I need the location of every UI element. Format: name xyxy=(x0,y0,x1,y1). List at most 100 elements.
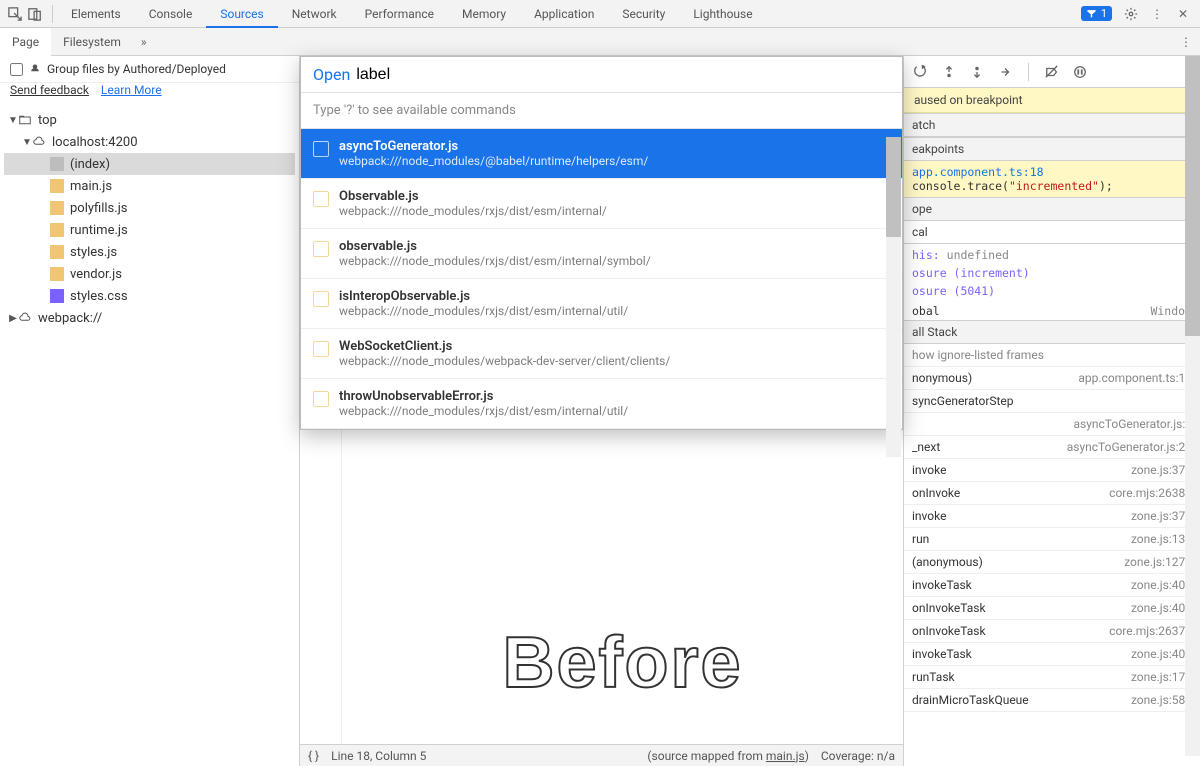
tree-item[interactable]: (index) xyxy=(4,153,295,175)
step-into-icon[interactable] xyxy=(970,65,984,79)
tree-item[interactable]: ▼localhost:4200 xyxy=(4,131,295,153)
command-prefix: Open xyxy=(313,65,350,84)
close-icon[interactable]: ✕ xyxy=(1176,7,1190,21)
stack-frame[interactable]: syncGeneratorStep xyxy=(904,390,1200,413)
debugger-pane: aused on breakpoint atch eakpoints app.c… xyxy=(904,56,1200,766)
stack-frame[interactable]: invokeTaskzone.js:405 xyxy=(904,643,1200,666)
command-results: asyncToGenerator.jswebpack:///node_modul… xyxy=(301,129,902,429)
command-result[interactable]: throwUnobservableError.jswebpack:///node… xyxy=(301,379,902,429)
gear-icon[interactable] xyxy=(1124,7,1138,21)
stack-frame[interactable]: invokezone.js:371 xyxy=(904,505,1200,528)
command-result[interactable]: asyncToGenerator.jswebpack:///node_modul… xyxy=(301,129,902,179)
tree-item[interactable]: styles.css xyxy=(4,285,295,307)
paused-banner: aused on breakpoint xyxy=(904,88,1200,113)
stack-frame[interactable]: invokezone.js:372 xyxy=(904,459,1200,482)
nav-tab-filesystem[interactable]: Filesystem xyxy=(51,28,133,56)
learn-more-link[interactable]: Learn More xyxy=(101,83,162,97)
main-tab-memory[interactable]: Memory xyxy=(448,0,520,28)
author-icon xyxy=(29,63,41,75)
more-tabs-chevron[interactable]: » xyxy=(133,35,155,49)
command-result[interactable]: isInteropObservable.jswebpack:///node_mo… xyxy=(301,279,902,329)
step-over-icon[interactable] xyxy=(942,65,956,79)
command-input-row[interactable]: Open xyxy=(301,57,902,93)
tree-item[interactable]: main.js xyxy=(4,175,295,197)
file-tree: ▼top▼localhost:4200(index)main.jspolyfil… xyxy=(0,103,299,335)
pause-exceptions-icon[interactable] xyxy=(1073,65,1087,79)
stack-frame[interactable]: _nextasyncToGenerator.js:25 xyxy=(904,436,1200,459)
navigator-menu-icon[interactable]: ⋮ xyxy=(1172,35,1200,49)
scope-global[interactable]: obal Window xyxy=(904,302,1200,320)
stack-frame[interactable]: onInvokeTaskcore.mjs:26370 xyxy=(904,620,1200,643)
main-tabs: ElementsConsoleSourcesNetworkPerformance… xyxy=(0,0,1200,28)
group-files-label: Group files by Authored/Deployed xyxy=(47,62,226,76)
cursor-position: Line 18, Column 5 xyxy=(331,749,426,763)
sourcemap-link[interactable]: main.js xyxy=(766,749,805,763)
stack-frame[interactable]: asyncToGenerator.js:3 xyxy=(904,413,1200,436)
navigator-tabs: PageFilesystem » ⋮ xyxy=(0,28,1200,56)
stack-frame[interactable]: drainMicroTaskQueuezone.js:585 xyxy=(904,689,1200,712)
main-tab-elements[interactable]: Elements xyxy=(57,0,135,28)
page-scrollbar-thumb[interactable] xyxy=(1185,56,1200,336)
debugger-toolbar xyxy=(904,56,1200,88)
stack-frame[interactable]: runTaskzone.js:178 xyxy=(904,666,1200,689)
pretty-print-icon[interactable]: { } xyxy=(308,749,319,763)
call-stack: nonymous)app.component.ts:18syncGenerato… xyxy=(904,367,1200,712)
main-tab-security[interactable]: Security xyxy=(608,0,679,28)
stack-frame[interactable]: (anonymous)zone.js:1275 xyxy=(904,551,1200,574)
editor-pane: 252627 }}Before { } Line 18, Column 5 (s… xyxy=(300,56,904,766)
breakpoint-file: app.component.ts:18 xyxy=(912,165,1192,179)
sourcemap-info: (source mapped from main.js) xyxy=(647,749,808,763)
command-result[interactable]: observable.jswebpack:///node_modules/rxj… xyxy=(301,229,902,279)
command-input[interactable] xyxy=(356,66,890,84)
coverage-info: Coverage: n/a xyxy=(821,749,895,763)
editor-statusbar: { } Line 18, Column 5 (source mapped fro… xyxy=(300,744,903,766)
command-scrollbar-thumb[interactable] xyxy=(886,137,901,237)
stack-frame[interactable]: onInvokeTaskzone.js:405 xyxy=(904,597,1200,620)
nav-tab-page[interactable]: Page xyxy=(0,28,51,56)
scope-section[interactable]: ope xyxy=(904,197,1200,221)
file-navigator: Group files by Authored/Deployed Send fe… xyxy=(0,56,300,766)
group-files-checkbox[interactable] xyxy=(10,63,23,76)
command-result[interactable]: WebSocketClient.jswebpack:///node_module… xyxy=(301,329,902,379)
stack-frame[interactable]: runzone.js:134 xyxy=(904,528,1200,551)
tree-item[interactable]: ▼top xyxy=(4,109,295,131)
tree-item[interactable]: ▶webpack:// xyxy=(4,307,295,329)
command-result[interactable]: Observable.jswebpack:///node_modules/rxj… xyxy=(301,179,902,229)
main-tab-network[interactable]: Network xyxy=(278,0,351,28)
device-toggle-icon[interactable] xyxy=(28,7,42,21)
command-hint: Type '?' to see available commands xyxy=(301,93,902,129)
callstack-section[interactable]: all Stack xyxy=(904,320,1200,344)
deactivate-breakpoints-icon[interactable] xyxy=(1045,65,1059,79)
feedback-row: Send feedback Learn More xyxy=(0,83,299,103)
toolbar-divider xyxy=(1028,63,1029,81)
send-feedback-link[interactable]: Send feedback xyxy=(10,83,89,97)
command-menu: Open Type '?' to see available commands … xyxy=(300,56,903,430)
inspect-icon[interactable] xyxy=(8,7,22,21)
kebab-icon[interactable]: ⋮ xyxy=(1150,7,1164,21)
step-out-icon[interactable] xyxy=(998,65,1012,79)
breakpoints-section[interactable]: eakpoints xyxy=(904,137,1200,161)
ignore-frames-hint[interactable]: how ignore-listed frames xyxy=(904,344,1200,367)
group-files-row[interactable]: Group files by Authored/Deployed xyxy=(0,56,299,83)
watch-section[interactable]: atch xyxy=(904,113,1200,137)
stack-frame[interactable]: invokeTaskzone.js:406 xyxy=(904,574,1200,597)
main-tab-application[interactable]: Application xyxy=(520,0,608,28)
main-tab-console[interactable]: Console xyxy=(135,0,207,28)
main-tab-performance[interactable]: Performance xyxy=(351,0,448,28)
main-tab-lighthouse[interactable]: Lighthouse xyxy=(679,0,766,28)
issues-badge[interactable]: 1 xyxy=(1081,6,1112,21)
stack-frame[interactable]: nonymous)app.component.ts:18 xyxy=(904,367,1200,390)
tree-item[interactable]: vendor.js xyxy=(4,263,295,285)
scope-local[interactable]: cal xyxy=(904,221,1200,244)
tree-item[interactable]: styles.js xyxy=(4,241,295,263)
issues-count: 1 xyxy=(1101,7,1107,20)
scope-body: his: undefinedosure (increment) osure (5… xyxy=(904,244,1200,302)
before-watermark: Before xyxy=(502,622,742,704)
main-tab-sources[interactable]: Sources xyxy=(206,0,277,28)
tree-item[interactable]: runtime.js xyxy=(4,219,295,241)
breakpoint-item[interactable]: app.component.ts:18 console.trace("incre… xyxy=(904,161,1200,197)
divider xyxy=(52,5,53,23)
stack-frame[interactable]: onInvokecore.mjs:26383 xyxy=(904,482,1200,505)
resume-icon[interactable] xyxy=(914,65,928,79)
tree-item[interactable]: polyfills.js xyxy=(4,197,295,219)
